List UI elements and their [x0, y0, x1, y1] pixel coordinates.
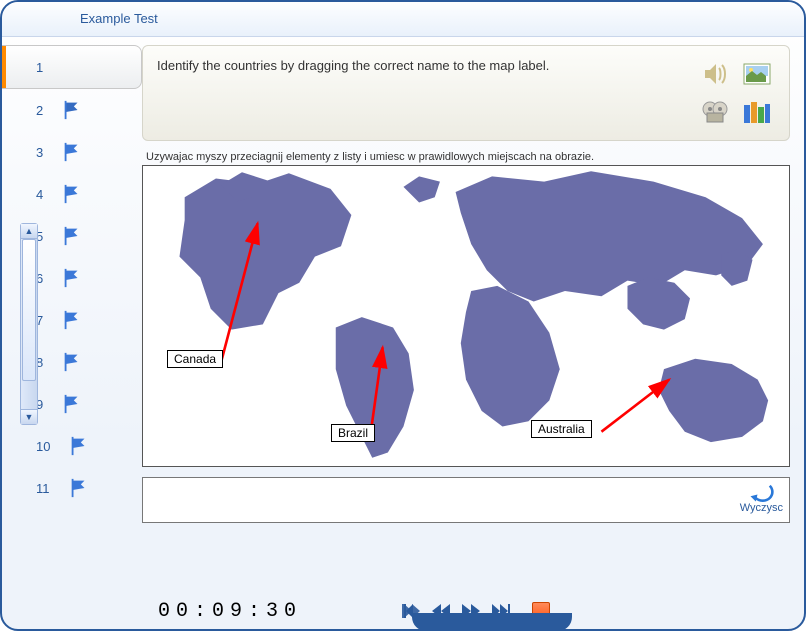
- question-nav: ▲ ▼ 1 2 3 4 5: [2, 37, 142, 597]
- nav-item-number: 2: [36, 103, 43, 118]
- media-icons: [697, 58, 775, 128]
- scroll-down-arrow[interactable]: ▼: [21, 409, 37, 424]
- answer-dropzone[interactable]: Wyczysc: [142, 477, 790, 523]
- nav-scrollbar[interactable]: ▲ ▼: [20, 223, 38, 425]
- flag-icon: [61, 393, 83, 415]
- flag-icon: [61, 99, 83, 121]
- audio-icon[interactable]: [697, 58, 733, 90]
- content-body: ▲ ▼ 1 2 3 4 5: [2, 37, 804, 597]
- flag-icon: [61, 141, 83, 163]
- timer-display: 00:09:30: [158, 600, 302, 623]
- title-bar: Example Test: [2, 2, 804, 37]
- bottom-tab: [412, 613, 572, 631]
- map-label-canada[interactable]: Canada: [167, 350, 223, 368]
- nav-item-number: 3: [36, 145, 43, 160]
- nav-item-11[interactable]: 11: [2, 467, 142, 509]
- nav-item-2[interactable]: 2: [2, 89, 142, 131]
- question-text: Identify the countries by dragging the c…: [157, 58, 687, 128]
- map-label-australia[interactable]: Australia: [531, 420, 592, 438]
- flag-icon: [68, 435, 90, 457]
- nav-item-number: 11: [36, 481, 50, 496]
- nav-item-10[interactable]: 10: [2, 425, 142, 467]
- library-icon[interactable]: [739, 96, 775, 128]
- image-icon[interactable]: [739, 58, 775, 90]
- nav-item-number: 1: [36, 60, 43, 75]
- instruction-text: Uzywajac myszy przeciagnij elementy z li…: [146, 151, 790, 163]
- flag-icon: [61, 225, 83, 247]
- flag-icon: [68, 477, 90, 499]
- question-panel: Identify the countries by dragging the c…: [142, 37, 804, 597]
- world-map-svg: [143, 166, 789, 467]
- nav-item-number: 10: [36, 439, 50, 454]
- question-header: Identify the countries by dragging the c…: [142, 45, 790, 141]
- video-icon[interactable]: [697, 96, 733, 128]
- flag-icon: [61, 183, 83, 205]
- nav-item-3[interactable]: 3: [2, 131, 142, 173]
- clear-button[interactable]: Wyczysc: [740, 480, 783, 514]
- flag-icon: [61, 351, 83, 373]
- app-window: Example Test ▲ ▼ 1 2 3 4: [0, 0, 806, 631]
- flag-icon: [61, 267, 83, 289]
- scroll-thumb[interactable]: [22, 239, 36, 381]
- app-title: Example Test: [80, 11, 158, 26]
- nav-item-4[interactable]: 4: [2, 173, 142, 215]
- world-map[interactable]: Canada Brazil Australia: [142, 165, 790, 467]
- clear-label: Wyczysc: [740, 502, 783, 514]
- scroll-up-arrow[interactable]: ▲: [21, 224, 37, 239]
- flag-icon: [61, 309, 83, 331]
- nav-item-number: 4: [36, 187, 43, 202]
- map-label-brazil[interactable]: Brazil: [331, 424, 375, 442]
- nav-item-1[interactable]: 1: [2, 45, 142, 89]
